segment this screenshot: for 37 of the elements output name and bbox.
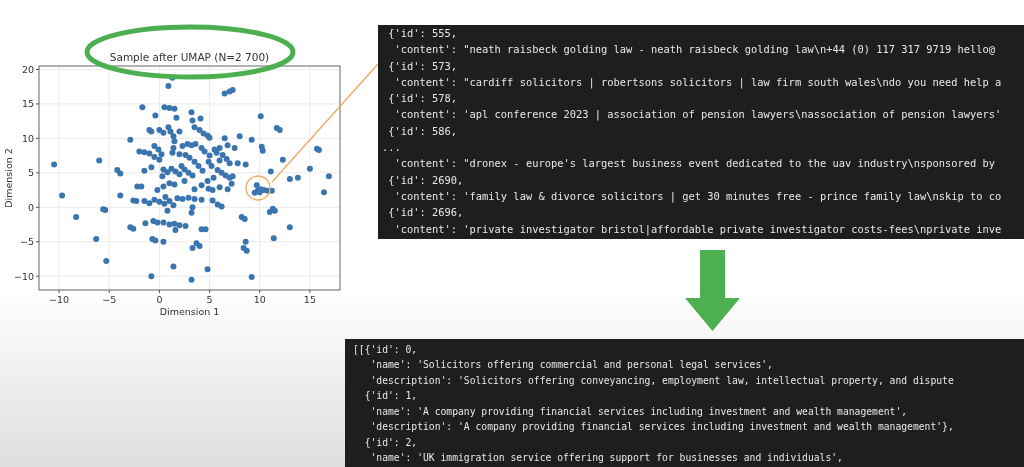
code-line: {'id': 2696,: [387, 205, 465, 221]
code-line: 'content': 'family law & divorce solicitors | get 30 minutes free - prince family law\nskip to co: [393, 188, 1003, 205]
axis-label: Dimension 1: [159, 306, 220, 317]
code-line: {'id': 573,: [387, 58, 459, 74]
code-line: {'id': 555,: [387, 26, 459, 41]
tick-label: −5: [102, 294, 117, 305]
code-line: 'content': 'private investigator bristol|affordable private investigator costs-fees\nprivate inve: [393, 221, 1003, 237]
tick-label: 20: [21, 63, 34, 75]
code-line: 'name': 'A company providing financial services including investment and wealth management',: [369, 404, 909, 419]
tick-label: 15: [303, 294, 316, 305]
tick-label: 5: [206, 294, 213, 305]
code-line: {'id': 586,: [387, 123, 459, 139]
code-line: ...: [382, 140, 402, 156]
tick-label: 10: [21, 132, 34, 144]
code-line: {'id': 2,: [363, 435, 419, 450]
code-line: [[{'id': 0,: [353, 342, 419, 357]
code-line: 'description': 'A company providing financial services including investment and wealth management'},: [369, 420, 955, 435]
code-line: 'description': 'Solicitors offering conveyancing, employment law, intellectual property, and dispute: [369, 373, 955, 388]
chart-title: Sample after UMAP (N=2 700): [109, 51, 270, 63]
tick-label: 0: [156, 294, 163, 305]
tick-label: 5: [27, 167, 34, 179]
code-line: 'content': 'apl conference 2023 | association of pension lawyers\nassociation of pension lawyers': [393, 107, 1003, 123]
code-line: {'id': 1,: [363, 389, 419, 404]
code-line: 'content': "neath raisbeck golding law - neath raisbeck golding law\n+44 (0) 117 317 9719 hello@: [393, 42, 997, 58]
axis-label: Dimension 2: [3, 148, 14, 208]
code-line: 'content': "dronex - europe's largest business event dedicated to the uav industry\nsponsored by: [393, 156, 997, 172]
code-line: 'name': 'Solicitors offering commercial and personal legal services',: [369, 358, 774, 373]
tick-label: −10: [49, 294, 70, 305]
tick-label: 10: [253, 294, 266, 305]
code-line: {'id': 2690,: [387, 172, 465, 188]
code-line: 'content': "cardiff solicitors | robertsons solicitors | law firm south wales\ndo you need help a: [393, 74, 1003, 91]
code-line: {'id': 578,: [387, 91, 459, 107]
code-line: 'name': 'UK immigration service offering support for businesses and individuals',: [369, 451, 844, 466]
tick-label: −5: [20, 236, 34, 248]
tick-label: 15: [21, 98, 34, 110]
tick-label: 0: [27, 201, 34, 213]
tick-label: −10: [13, 270, 34, 282]
